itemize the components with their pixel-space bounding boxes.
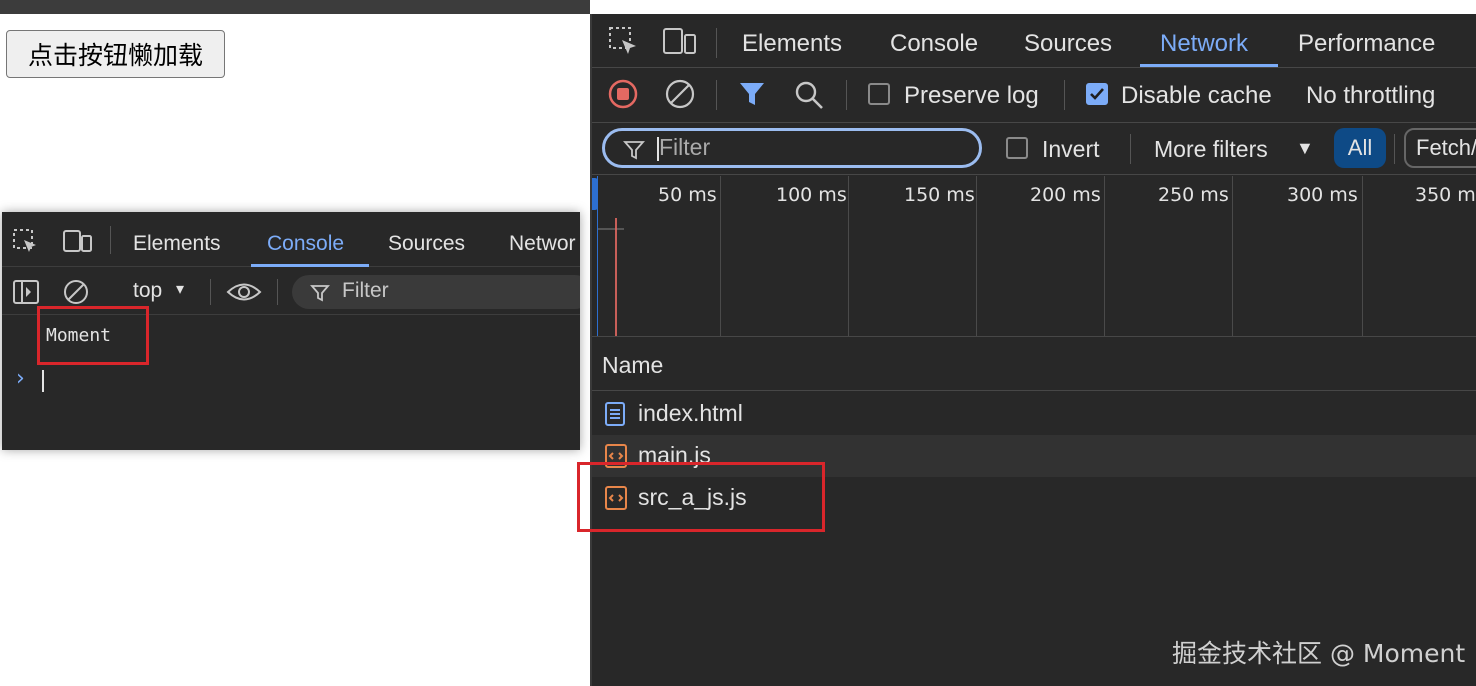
divider [110, 226, 111, 254]
tab-sources[interactable]: Sources [388, 232, 465, 256]
divider [210, 279, 211, 305]
grid-line [1232, 176, 1233, 336]
console-devtools-tabbar: Elements Console Sources Networ [2, 212, 580, 267]
device-toolbar-icon[interactable] [662, 26, 698, 58]
divider [592, 67, 1476, 68]
divider [1064, 80, 1065, 110]
timeline-tick: 200 ms [1030, 184, 1101, 206]
filter-icon [310, 285, 330, 302]
throttling-select[interactable]: No throttling [1306, 82, 1435, 110]
timeline-tick: 250 ms [1158, 184, 1229, 206]
inspect-element-icon[interactable] [12, 228, 40, 256]
console-filter-input[interactable]: Filter [292, 275, 580, 309]
timeline-tick: 350 ms [1415, 184, 1476, 206]
filter-all-pill[interactable]: All [1334, 128, 1386, 168]
divider [592, 174, 1476, 175]
clear-icon[interactable] [664, 78, 696, 110]
divider [1394, 134, 1395, 164]
timeline-start-line [597, 176, 598, 336]
chevron-down-icon[interactable]: ▾ [176, 279, 184, 299]
invert-label: Invert [1042, 136, 1100, 162]
clear-console-icon[interactable] [62, 278, 90, 306]
grid-line [1104, 176, 1105, 336]
load-event-line [615, 218, 617, 336]
filter-funnel-icon[interactable] [738, 80, 766, 108]
invert-checkbox[interactable] [1006, 137, 1028, 159]
timeline-tick: 50 ms [658, 184, 717, 206]
disable-cache-checkbox[interactable] [1086, 83, 1108, 105]
name-column-header[interactable]: Name [602, 352, 663, 379]
record-stop-icon[interactable] [607, 78, 639, 110]
grid-line [976, 176, 977, 336]
console-cursor[interactable] [42, 370, 44, 392]
filter-icon [623, 141, 645, 160]
inspect-element-icon[interactable] [608, 26, 640, 58]
console-prompt-icon: › [16, 366, 25, 391]
chevron-down-icon[interactable]: ▼ [1296, 138, 1314, 159]
divider [592, 122, 1476, 123]
watermark: 掘金技术社区 @ Moment [1172, 639, 1466, 668]
file-name: index.html [638, 400, 743, 426]
preserve-log-label: Preserve log [904, 82, 1039, 109]
grid-line [720, 176, 721, 336]
checkmark-icon [1090, 88, 1104, 100]
highlight-box-console [37, 306, 149, 365]
divider [716, 80, 717, 110]
grid-line [1362, 176, 1363, 336]
divider [846, 80, 847, 110]
tab-network[interactable]: Network [1160, 30, 1248, 58]
filter-placeholder: Filter [659, 134, 711, 160]
eye-icon[interactable] [226, 279, 262, 305]
divider [592, 390, 1476, 391]
tab-elements[interactable]: Elements [133, 232, 221, 256]
divider [592, 336, 1476, 337]
grid-line [848, 176, 849, 336]
preserve-log-checkbox[interactable] [868, 83, 890, 105]
divider [277, 279, 278, 305]
divider [1130, 134, 1131, 164]
highlight-box-network [577, 462, 825, 532]
divider [716, 28, 717, 58]
browser-top-strip [0, 0, 590, 14]
timeline-tick: 150 ms [904, 184, 975, 206]
filter-placeholder: Filter [342, 279, 389, 302]
context-selector[interactable]: top [133, 279, 162, 303]
network-filter-input[interactable]: Filter [602, 128, 982, 168]
tab-console[interactable]: Console [267, 232, 344, 256]
tab-elements[interactable]: Elements [742, 30, 842, 58]
disable-cache-label: Disable cache [1121, 82, 1272, 109]
network-devtools-panel: Elements Console Sources Network Perform… [590, 14, 1476, 686]
sidebar-toggle-icon[interactable] [12, 278, 40, 306]
tab-network[interactable]: Networ [509, 232, 576, 256]
timeline-bar [598, 228, 624, 230]
document-icon [605, 402, 625, 426]
lazy-load-button[interactable]: 点击按钮懒加载 [6, 30, 225, 78]
tab-console[interactable]: Console [890, 30, 978, 58]
search-icon[interactable] [794, 80, 824, 110]
timeline-tick: 300 ms [1287, 184, 1358, 206]
filter-fetch-pill[interactable]: Fetch/ [1404, 128, 1476, 168]
timeline-tick: 100 ms [776, 184, 847, 206]
device-toolbar-icon[interactable] [62, 228, 94, 256]
more-filters-dropdown[interactable]: More filters [1154, 136, 1268, 163]
table-row[interactable]: index.html [592, 393, 1476, 435]
tab-sources[interactable]: Sources [1024, 30, 1112, 58]
tab-performance[interactable]: Performance [1298, 30, 1435, 58]
